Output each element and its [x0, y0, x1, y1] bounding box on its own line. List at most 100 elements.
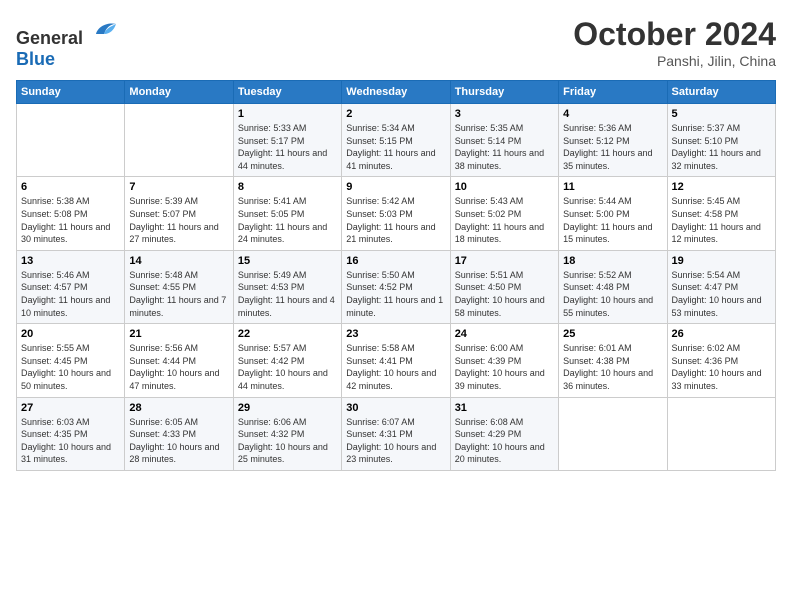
calendar-cell: 28 Sunrise: 6:05 AM Sunset: 4:33 PM Dayli… [125, 397, 233, 470]
day-info: Sunrise: 5:56 AM Sunset: 4:44 PM Dayligh… [129, 342, 228, 392]
day-number: 28 [129, 402, 228, 414]
day-number: 1 [238, 108, 337, 120]
calendar-week-row: 20 Sunrise: 5:55 AM Sunset: 4:45 PM Dayli… [17, 324, 776, 397]
calendar-cell: 18 Sunrise: 5:52 AM Sunset: 4:48 PM Dayli… [559, 250, 667, 323]
day-number: 19 [672, 255, 771, 267]
calendar-cell: 25 Sunrise: 6:01 AM Sunset: 4:38 PM Dayli… [559, 324, 667, 397]
day-info: Sunrise: 5:54 AM Sunset: 4:47 PM Dayligh… [672, 269, 771, 319]
day-number: 11 [563, 181, 662, 193]
calendar-cell: 19 Sunrise: 5:54 AM Sunset: 4:47 PM Dayli… [667, 250, 775, 323]
day-number: 2 [346, 108, 445, 120]
calendar-week-row: 27 Sunrise: 6:03 AM Sunset: 4:35 PM Dayli… [17, 397, 776, 470]
day-info: Sunrise: 5:49 AM Sunset: 4:53 PM Dayligh… [238, 269, 337, 319]
calendar-cell: 30 Sunrise: 6:07 AM Sunset: 4:31 PM Dayli… [342, 397, 450, 470]
day-number: 18 [563, 255, 662, 267]
calendar-cell [667, 397, 775, 470]
location-title: Panshi, Jilin, China [573, 53, 776, 69]
day-info: Sunrise: 5:41 AM Sunset: 5:05 PM Dayligh… [238, 195, 337, 245]
day-info: Sunrise: 5:55 AM Sunset: 4:45 PM Dayligh… [21, 342, 120, 392]
calendar-cell: 1 Sunrise: 5:33 AM Sunset: 5:17 PM Daylig… [233, 104, 341, 177]
calendar-cell [17, 104, 125, 177]
calendar-cell: 24 Sunrise: 6:00 AM Sunset: 4:39 PM Dayli… [450, 324, 558, 397]
calendar-cell: 5Sunrise: 5:37 AM Sunset: 5:10 PM Daylig… [667, 104, 775, 177]
calendar-cell: 12Sunrise: 5:45 AM Sunset: 4:58 PM Dayli… [667, 177, 775, 250]
calendar-cell: 20 Sunrise: 5:55 AM Sunset: 4:45 PM Dayli… [17, 324, 125, 397]
day-info: Sunrise: 5:52 AM Sunset: 4:48 PM Dayligh… [563, 269, 662, 319]
day-info: Sunrise: 6:00 AM Sunset: 4:39 PM Dayligh… [455, 342, 554, 392]
day-info: Sunrise: 5:43 AM Sunset: 5:02 PM Dayligh… [455, 195, 554, 245]
day-info: Sunrise: 5:38 AM Sunset: 5:08 PM Dayligh… [21, 195, 120, 245]
day-number: 29 [238, 402, 337, 414]
day-number: 3 [455, 108, 554, 120]
calendar-header-row: SundayMondayTuesdayWednesdayThursdayFrid… [17, 81, 776, 104]
day-number: 26 [672, 328, 771, 340]
calendar-cell: 10 Sunrise: 5:43 AM Sunset: 5:02 PM Dayli… [450, 177, 558, 250]
day-info: Sunrise: 5:48 AM Sunset: 4:55 PM Dayligh… [129, 269, 228, 319]
day-number: 27 [21, 402, 120, 414]
day-number: 9 [346, 181, 445, 193]
day-number: 5 [672, 108, 771, 120]
day-of-week-header: Wednesday [342, 81, 450, 104]
day-info: Sunrise: 5:42 AM Sunset: 5:03 PM Dayligh… [346, 195, 445, 245]
calendar-cell: 11 Sunrise: 5:44 AM Sunset: 5:00 PM Dayli… [559, 177, 667, 250]
calendar-cell: 27 Sunrise: 6:03 AM Sunset: 4:35 PM Dayli… [17, 397, 125, 470]
day-info: Sunrise: 5:58 AM Sunset: 4:41 PM Dayligh… [346, 342, 445, 392]
day-number: 15 [238, 255, 337, 267]
calendar-cell: 15 Sunrise: 5:49 AM Sunset: 4:53 PM Dayli… [233, 250, 341, 323]
calendar-week-row: 13 Sunrise: 5:46 AM Sunset: 4:57 PM Dayli… [17, 250, 776, 323]
calendar-cell [559, 397, 667, 470]
calendar-cell: 17Sunrise: 5:51 AM Sunset: 4:50 PM Dayli… [450, 250, 558, 323]
calendar-cell: 22 Sunrise: 5:57 AM Sunset: 4:42 PM Dayli… [233, 324, 341, 397]
day-info: Sunrise: 6:05 AM Sunset: 4:33 PM Dayligh… [129, 416, 228, 466]
day-number: 20 [21, 328, 120, 340]
day-of-week-header: Sunday [17, 81, 125, 104]
day-info: Sunrise: 5:50 AM Sunset: 4:52 PM Dayligh… [346, 269, 445, 319]
day-of-week-header: Tuesday [233, 81, 341, 104]
calendar-cell: 31Sunrise: 6:08 AM Sunset: 4:29 PM Dayli… [450, 397, 558, 470]
day-number: 6 [21, 181, 120, 193]
day-number: 22 [238, 328, 337, 340]
calendar-cell: 29Sunrise: 6:06 AM Sunset: 4:32 PM Dayli… [233, 397, 341, 470]
day-info: Sunrise: 5:44 AM Sunset: 5:00 PM Dayligh… [563, 195, 662, 245]
calendar-cell: 23 Sunrise: 5:58 AM Sunset: 4:41 PM Dayli… [342, 324, 450, 397]
day-number: 4 [563, 108, 662, 120]
day-info: Sunrise: 5:33 AM Sunset: 5:17 PM Dayligh… [238, 122, 337, 172]
calendar-week-row: 6 Sunrise: 5:38 AM Sunset: 5:08 PM Daylig… [17, 177, 776, 250]
day-info: Sunrise: 5:36 AM Sunset: 5:12 PM Dayligh… [563, 122, 662, 172]
day-number: 23 [346, 328, 445, 340]
day-info: Sunrise: 6:02 AM Sunset: 4:36 PM Dayligh… [672, 342, 771, 392]
logo-general: General [16, 28, 83, 48]
day-info: Sunrise: 6:03 AM Sunset: 4:35 PM Dayligh… [21, 416, 120, 466]
day-number: 13 [21, 255, 120, 267]
day-number: 8 [238, 181, 337, 193]
day-info: Sunrise: 6:07 AM Sunset: 4:31 PM Dayligh… [346, 416, 445, 466]
day-of-week-header: Thursday [450, 81, 558, 104]
calendar-table: SundayMondayTuesdayWednesdayThursdayFrid… [16, 80, 776, 471]
calendar-cell: 14 Sunrise: 5:48 AM Sunset: 4:55 PM Dayli… [125, 250, 233, 323]
calendar-cell: 7Sunrise: 5:39 AM Sunset: 5:07 PM Daylig… [125, 177, 233, 250]
day-number: 12 [672, 181, 771, 193]
calendar-cell: 8 Sunrise: 5:41 AM Sunset: 5:05 PM Daylig… [233, 177, 341, 250]
day-info: Sunrise: 5:39 AM Sunset: 5:07 PM Dayligh… [129, 195, 228, 245]
logo-bird-icon [90, 16, 118, 44]
calendar-cell: 21Sunrise: 5:56 AM Sunset: 4:44 PM Dayli… [125, 324, 233, 397]
calendar-cell: 6 Sunrise: 5:38 AM Sunset: 5:08 PM Daylig… [17, 177, 125, 250]
day-number: 14 [129, 255, 228, 267]
calendar-cell: 9 Sunrise: 5:42 AM Sunset: 5:03 PM Daylig… [342, 177, 450, 250]
calendar-cell: 2 Sunrise: 5:34 AM Sunset: 5:15 PM Daylig… [342, 104, 450, 177]
day-of-week-header: Monday [125, 81, 233, 104]
day-info: Sunrise: 5:46 AM Sunset: 4:57 PM Dayligh… [21, 269, 120, 319]
day-number: 30 [346, 402, 445, 414]
day-info: Sunrise: 5:57 AM Sunset: 4:42 PM Dayligh… [238, 342, 337, 392]
day-info: Sunrise: 6:01 AM Sunset: 4:38 PM Dayligh… [563, 342, 662, 392]
day-number: 16 [346, 255, 445, 267]
calendar-cell: 3Sunrise: 5:35 AM Sunset: 5:14 PM Daylig… [450, 104, 558, 177]
logo-text: General Blue [16, 16, 118, 70]
day-number: 10 [455, 181, 554, 193]
day-number: 24 [455, 328, 554, 340]
day-number: 25 [563, 328, 662, 340]
calendar-cell [125, 104, 233, 177]
day-info: Sunrise: 5:34 AM Sunset: 5:15 PM Dayligh… [346, 122, 445, 172]
logo-blue: Blue [16, 49, 55, 69]
calendar-cell: 4 Sunrise: 5:36 AM Sunset: 5:12 PM Daylig… [559, 104, 667, 177]
